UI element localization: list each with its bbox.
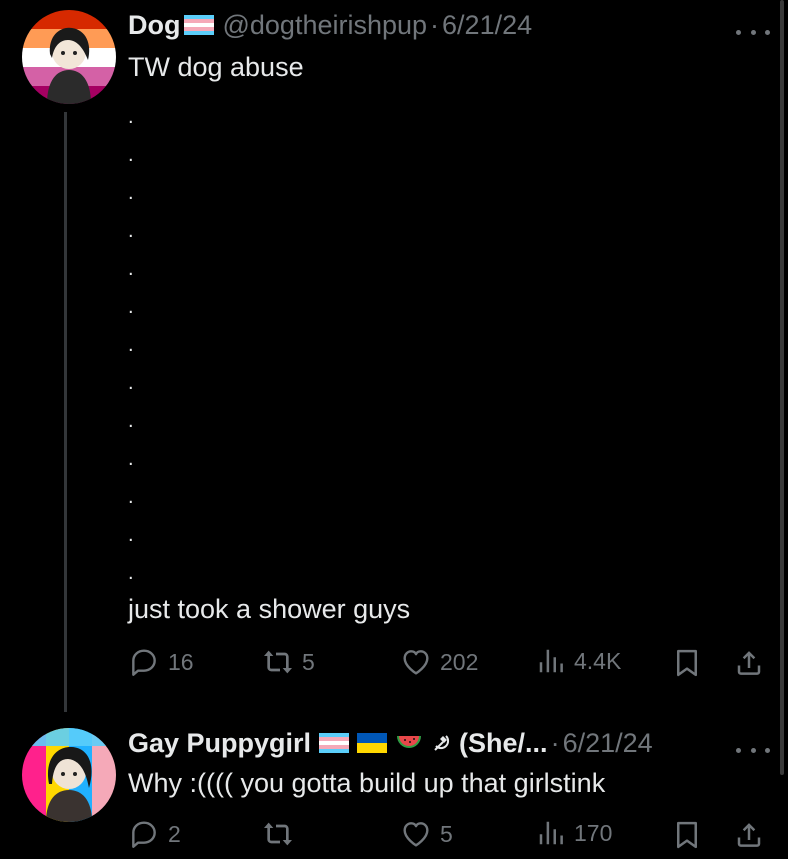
post-body: Why :(((( you gotta build up that girlst… xyxy=(128,768,606,798)
bookmark-icon xyxy=(672,820,702,850)
display-name[interactable]: Gay Puppygirl xyxy=(128,726,311,760)
reply-icon xyxy=(128,818,160,850)
display-name-suffix[interactable]: (She/... xyxy=(459,726,548,760)
views-count: 4.4K xyxy=(574,647,622,674)
reply-count: 2 xyxy=(168,820,181,847)
spacer-dot: . xyxy=(128,182,134,204)
repost-icon xyxy=(262,646,294,678)
thread-connector-line xyxy=(64,112,67,712)
like-count: 202 xyxy=(440,648,479,675)
share-icon xyxy=(734,820,764,850)
post-title-line: TW dog abuse xyxy=(128,52,304,82)
repost-button[interactable] xyxy=(262,818,302,850)
separator-dot: · xyxy=(550,728,560,758)
display-name[interactable]: Dog xyxy=(128,8,180,42)
avatar[interactable] xyxy=(22,728,116,822)
spacer-dot: . xyxy=(128,258,134,280)
views-button[interactable]: 170 xyxy=(536,818,612,848)
reply-count: 16 xyxy=(168,648,194,675)
share-button[interactable] xyxy=(732,818,766,852)
spacer-dot: . xyxy=(128,144,134,166)
like-button[interactable]: 202 xyxy=(400,646,478,678)
bookmark-button[interactable] xyxy=(670,818,704,852)
bookmark-icon xyxy=(672,648,702,678)
spacer-dot: . xyxy=(128,410,134,432)
avatar-image xyxy=(22,728,116,822)
views-button[interactable]: 4.4K xyxy=(536,646,621,676)
views-count: 170 xyxy=(574,819,613,846)
reply-button[interactable]: 16 xyxy=(128,646,194,678)
heart-icon xyxy=(400,646,432,678)
watermelon-icon xyxy=(397,736,422,748)
separator-dot: · xyxy=(430,10,440,40)
post-header: Dog @dogtheirishpup · 6/21/24 xyxy=(128,8,532,42)
scrollbar[interactable] xyxy=(780,0,784,775)
repost-button[interactable]: 5 xyxy=(262,646,315,678)
spacer-dot: . xyxy=(128,562,134,584)
post-header: Gay Puppygirl (She/... · 6/21/24 xyxy=(128,726,653,760)
like-button[interactable]: 5 xyxy=(400,818,453,850)
share-button[interactable] xyxy=(732,646,766,680)
more-options-icon[interactable] xyxy=(736,22,770,42)
avatar[interactable] xyxy=(22,10,116,104)
avatar-image xyxy=(22,10,116,104)
spacer-dot: . xyxy=(128,372,134,394)
views-chart-icon xyxy=(536,646,566,676)
reply-button[interactable]: 2 xyxy=(128,818,181,850)
transgender-flag-icon xyxy=(319,733,349,753)
views-chart-icon xyxy=(536,818,566,848)
spacer-dot: . xyxy=(128,524,134,546)
post-date[interactable]: 6/21/24 xyxy=(563,726,653,760)
spacer-dot: . xyxy=(128,448,134,470)
spacer-dot: . xyxy=(128,296,134,318)
ukraine-flag-icon xyxy=(357,733,388,753)
heart-icon xyxy=(400,818,432,850)
spacer-dot: . xyxy=(128,106,134,128)
share-icon xyxy=(734,648,764,678)
repost-icon xyxy=(262,818,294,850)
post-date[interactable]: 6/21/24 xyxy=(442,8,532,42)
user-handle[interactable]: @dogtheirishpup xyxy=(222,8,427,42)
post-body: just took a shower guys xyxy=(128,594,411,624)
spacer-dot: . xyxy=(128,334,134,356)
transgender-flag-icon xyxy=(184,15,214,35)
hammer-sickle-icon xyxy=(434,735,450,751)
spacer-dot: . xyxy=(128,486,134,508)
like-count: 5 xyxy=(440,820,453,847)
reply-icon xyxy=(128,646,160,678)
repost-count: 5 xyxy=(302,648,315,675)
spacer-dot: . xyxy=(128,220,134,242)
more-options-icon[interactable] xyxy=(736,740,770,760)
bookmark-button[interactable] xyxy=(670,646,704,680)
